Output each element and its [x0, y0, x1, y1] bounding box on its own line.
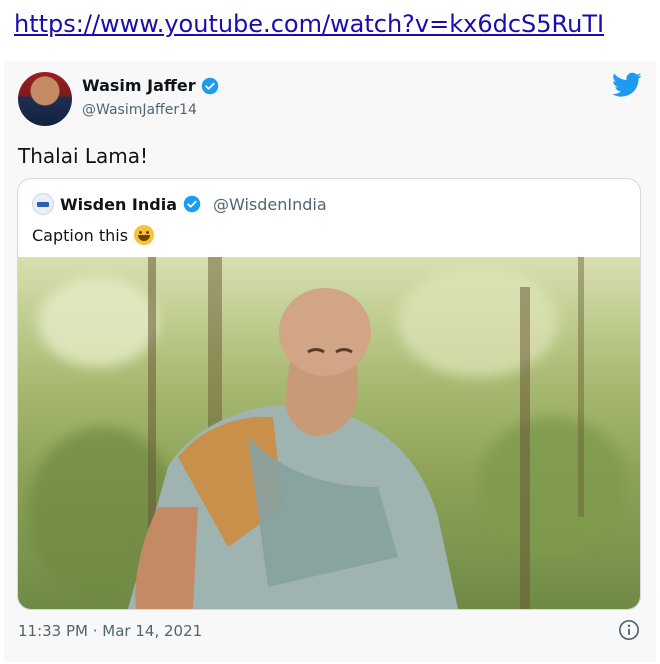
- author-handle[interactable]: @WasimJaffer14: [82, 102, 197, 118]
- author-avatar[interactable]: [18, 72, 72, 126]
- quoted-avatar[interactable]: [32, 193, 54, 215]
- quoted-tweet[interactable]: Wisden India @WisdenIndia Caption this: [17, 178, 641, 610]
- tweet-timestamp[interactable]: 11:33 PM · Mar 14, 2021: [18, 622, 202, 640]
- author-name: Wasim Jaffer: [82, 76, 196, 95]
- twitter-bird-icon[interactable]: [612, 72, 642, 98]
- grinning-face-emoji-icon: [134, 225, 155, 245]
- embedded-tweet-card: Wasim Jaffer @WasimJaffer14 Thalai Lama!…: [4, 62, 656, 662]
- monk-figure: [128, 288, 458, 609]
- quoted-text: Caption this: [32, 225, 129, 245]
- quoted-header: Wisden India @WisdenIndia: [32, 193, 327, 215]
- info-icon[interactable]: [618, 619, 640, 641]
- youtube-link[interactable]: https://www.youtube.com/watch?v=kx6dcS5R…: [14, 10, 604, 38]
- quoted-author-name[interactable]: Wisden India: [60, 195, 177, 214]
- quoted-text-row: Caption this: [32, 225, 155, 245]
- author-name-row[interactable]: Wasim Jaffer: [82, 76, 219, 95]
- verified-badge-icon: [183, 195, 201, 213]
- verified-badge-icon: [201, 77, 218, 94]
- quoted-photo[interactable]: [18, 257, 640, 609]
- quoted-author-handle[interactable]: @WisdenIndia: [213, 195, 327, 214]
- tweet-text: Thalai Lama!: [18, 144, 149, 168]
